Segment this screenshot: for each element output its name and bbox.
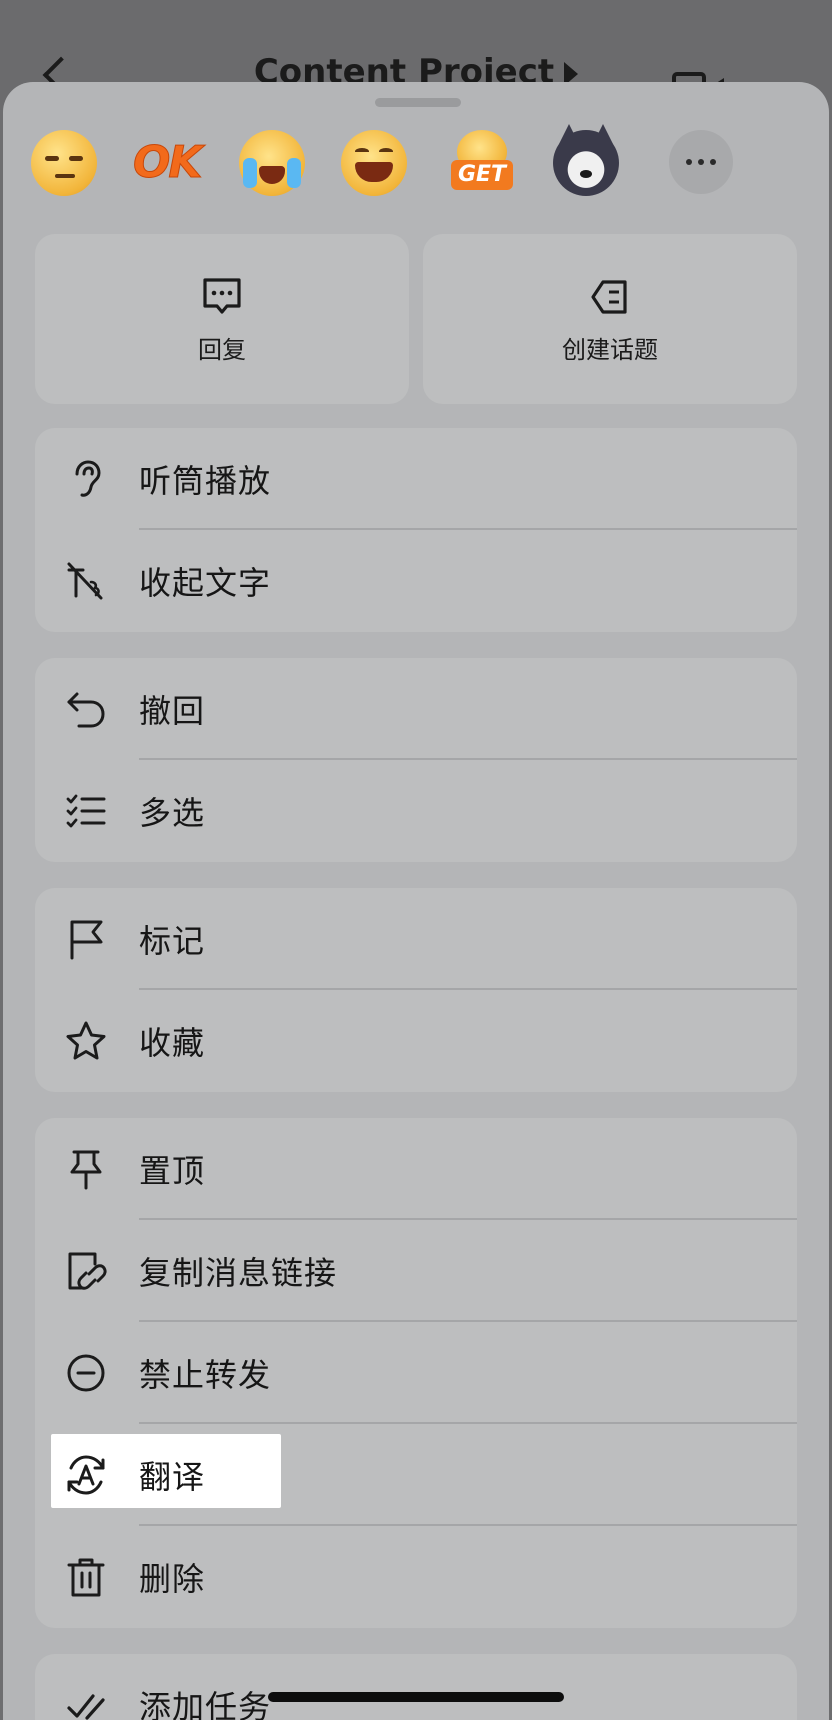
facepalm-cry-emoji-icon[interactable] (239, 130, 305, 196)
menu-item-add-task[interactable]: 添加任务 (35, 1654, 797, 1720)
menu-item-favorite[interactable]: 收藏 (35, 990, 797, 1092)
menu-label: 多选 (139, 794, 206, 832)
create-topic-button[interactable]: 创建话题 (423, 234, 797, 404)
translate-icon (67, 1455, 105, 1495)
menu-label: 翻译 (139, 1458, 206, 1496)
add-task-icon (67, 1694, 105, 1720)
menu-group-task: 添加任务 (35, 1654, 797, 1720)
message-action-sheet: OK GET 回复 创建话题 听筒播放 收起文字 撤回 多选 标记 收藏 置顶 … (3, 82, 829, 1720)
no-forward-icon (67, 1354, 105, 1392)
menu-label: 复制消息链接 (139, 1254, 338, 1292)
get-emoji-icon[interactable]: GET (449, 130, 515, 196)
menu-label: 删除 (139, 1560, 206, 1598)
ok-emoji-icon[interactable]: OK (133, 130, 204, 196)
flag-icon (70, 920, 103, 960)
menu-item-recall[interactable]: 撤回 (35, 658, 797, 760)
link-copy-icon (68, 1252, 107, 1290)
sheet-grabber[interactable] (375, 98, 461, 107)
husky-dog-emoji-icon[interactable] (553, 124, 619, 196)
menu-label: 听筒播放 (139, 462, 272, 500)
menu-item-pin[interactable]: 置顶 (35, 1118, 797, 1220)
pin-icon (70, 1150, 102, 1190)
menu-group-message: 置顶 复制消息链接 禁止转发 翻译 删除 (35, 1118, 797, 1628)
more-emoji-button[interactable] (669, 130, 733, 194)
undo-icon (67, 692, 105, 728)
menu-label: 撤回 (139, 692, 206, 730)
menu-item-multi-select[interactable]: 多选 (35, 760, 797, 862)
menu-group-mark: 标记 收藏 (35, 888, 797, 1092)
menu-group-playback: 听筒播放 收起文字 (35, 428, 797, 632)
ellipsis-icon (686, 159, 692, 165)
menu-label: 添加任务 (139, 1688, 272, 1720)
menu-item-hide-text[interactable]: 收起文字 (35, 530, 797, 632)
menu-item-delete[interactable]: 删除 (35, 1526, 797, 1628)
menu-label: 标记 (139, 922, 206, 960)
menu-item-translate[interactable]: 翻译 (35, 1424, 797, 1526)
menu-label: 收藏 (139, 1024, 206, 1062)
reply-label: 回复 (198, 335, 246, 364)
trash-icon (67, 1558, 105, 1597)
home-indicator[interactable] (268, 1692, 564, 1702)
menu-item-flag[interactable]: 标记 (35, 888, 797, 990)
menu-label: 禁止转发 (139, 1356, 272, 1394)
reply-bubble-icon (203, 277, 241, 314)
star-icon (66, 1021, 106, 1060)
menu-label: 置顶 (139, 1152, 206, 1190)
menu-group-edit: 撤回 多选 (35, 658, 797, 862)
ear-icon (75, 460, 101, 497)
laugh-cry-emoji-icon[interactable] (341, 130, 407, 196)
menu-item-no-forward[interactable]: 禁止转发 (35, 1322, 797, 1424)
multi-select-icon (66, 794, 106, 828)
smirk-emoji-icon[interactable] (31, 130, 97, 196)
menu-item-earpiece-playback[interactable]: 听筒播放 (35, 428, 797, 530)
menu-item-copy-link[interactable]: 复制消息链接 (35, 1220, 797, 1322)
topic-icon (591, 279, 627, 314)
menu-label: 收起文字 (139, 564, 272, 602)
hide-text-icon (67, 562, 103, 600)
reply-button[interactable]: 回复 (35, 234, 409, 404)
create-topic-label: 创建话题 (562, 335, 658, 364)
